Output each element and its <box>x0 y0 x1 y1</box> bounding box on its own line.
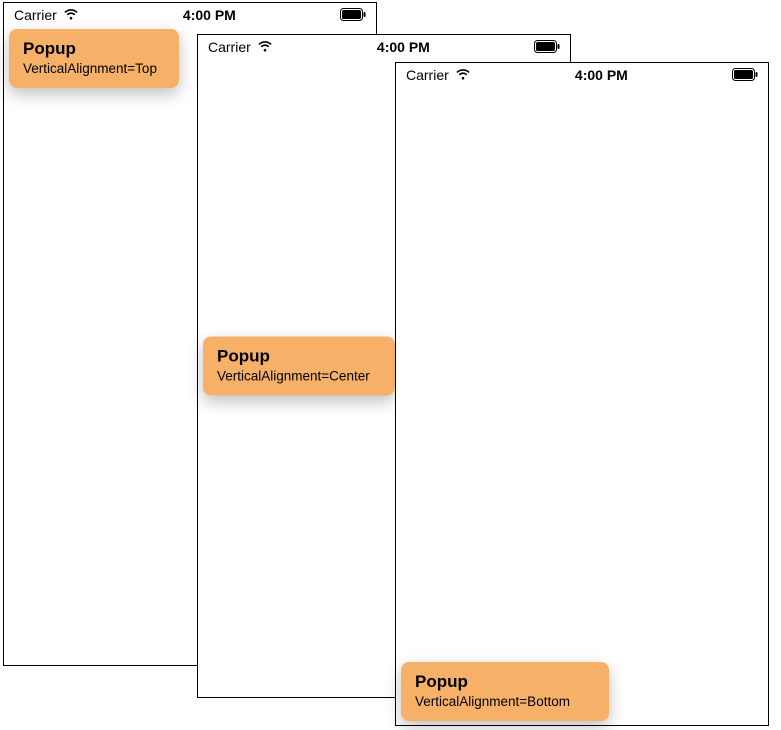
popup-title: Popup <box>415 672 595 692</box>
wifi-icon <box>257 41 273 53</box>
status-bar: Carrier 4:00 PM <box>198 35 570 59</box>
status-bar: Carrier 4:00 PM <box>4 3 376 27</box>
phone-screen-bottom-alignment: Carrier 4:00 PM Popup VerticalAlignment=… <box>395 62 769 726</box>
popup-title: Popup <box>23 39 165 59</box>
clock-time: 4:00 PM <box>377 39 430 55</box>
popup-description: VerticalAlignment=Top <box>23 61 165 76</box>
battery-icon <box>340 8 366 21</box>
battery-icon <box>732 68 758 81</box>
wifi-icon <box>63 9 79 21</box>
popup-description: VerticalAlignment=Bottom <box>415 694 595 709</box>
status-bar: Carrier 4:00 PM <box>396 63 768 87</box>
battery-icon <box>534 40 560 53</box>
popup-center[interactable]: Popup VerticalAlignment=Center <box>203 337 395 396</box>
popup-description: VerticalAlignment=Center <box>217 369 381 384</box>
wifi-icon <box>455 69 471 81</box>
status-bar-left: Carrier <box>208 39 273 55</box>
status-bar-left: Carrier <box>14 7 79 23</box>
clock-time: 4:00 PM <box>183 7 236 23</box>
popup-title: Popup <box>217 347 381 367</box>
carrier-label: Carrier <box>14 7 57 23</box>
carrier-label: Carrier <box>406 67 449 83</box>
carrier-label: Carrier <box>208 39 251 55</box>
popup-top[interactable]: Popup VerticalAlignment=Top <box>9 29 179 88</box>
clock-time: 4:00 PM <box>575 67 628 83</box>
status-bar-left: Carrier <box>406 67 471 83</box>
popup-bottom[interactable]: Popup VerticalAlignment=Bottom <box>401 662 609 721</box>
